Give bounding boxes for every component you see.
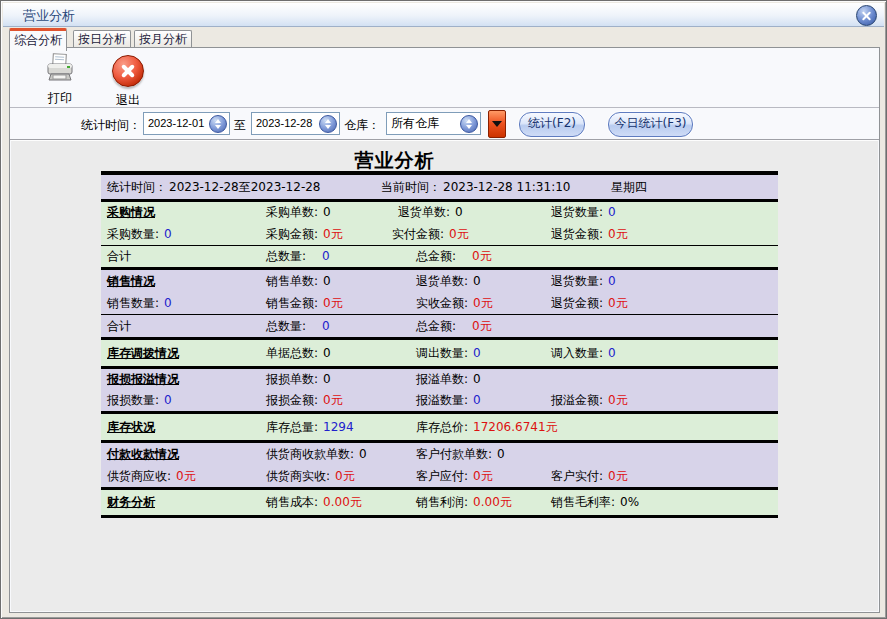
report-cell: 销售金额:0元 (266, 292, 343, 314)
report-row: 采购情况 采购单数:0 退货单数:0 退货数量:0 采购数量:0 采购金额:0元 实付金额:… (101, 202, 778, 246)
section-title: 库存调拨情况 (107, 340, 179, 366)
report-row: 付款收款情况 供货商收款单数:0 客户付款单数:0 供货商应收:0元 供货商实收:0元 客… (101, 443, 778, 490)
date-from-input[interactable]: 2023-12-01 (143, 112, 230, 135)
report-cell: 退货单数:0 (398, 202, 463, 224)
report-area: 营业分析 统计时间：2023-12-28至2023-12-28当前时间：2023… (11, 140, 878, 611)
tab-panel: 打印 退出 统计时间： 2023-12-01 至 2023-12-28 仓库： … (9, 47, 880, 613)
warehouse-value: 所有仓库 (391, 116, 439, 130)
tabstrip: 综合分析 按日分析 按月分析 (3, 28, 884, 48)
section-title: 报损报溢情况 (107, 369, 179, 390)
report-cell: 销售成本:0.00元 (266, 490, 362, 515)
section-title: 付款收款情况 (107, 443, 179, 465)
report-cell: 报损数量:0 (107, 390, 172, 411)
close-icon (857, 6, 876, 25)
report-cell: 库存总量:1294 (266, 414, 354, 440)
report-cell: 库存总价:17206.6741元 (416, 414, 558, 440)
report-cell: 总数量:0 (266, 246, 330, 267)
section-title: 库存状况 (107, 414, 155, 440)
report-row: 库存状况 库存总量:1294 库存总价:17206.6741元 (101, 414, 778, 443)
report-cell: 客户实付:0元 (551, 465, 628, 487)
warehouse-dropdown-button[interactable] (488, 110, 506, 138)
report-row: 财务分析 销售成本:0.00元 销售利润:0.00元 销售毛利率:0% (101, 490, 778, 518)
toolbar: 打印 退出 (10, 48, 879, 108)
filter-bar: 统计时间： 2023-12-01 至 2023-12-28 仓库： 所有仓库 统… (10, 108, 879, 140)
report-cell: 销售利润:0.00元 (416, 490, 512, 515)
report-cell: 总数量:0 (266, 315, 330, 337)
report-cell: 报损金额:0元 (266, 390, 343, 411)
warehouse-label: 仓库： (344, 117, 380, 134)
report-cell: 实付金额:0元 (392, 224, 469, 246)
report-cell: 销售数量:0 (107, 292, 172, 314)
warehouse-select[interactable]: 所有仓库 (386, 112, 481, 135)
exit-icon (112, 55, 144, 87)
report-cell: 销售毛利率:0% (551, 490, 639, 515)
report-row: 库存调拨情况 单据总数:0 调出数量:0 调入数量:0 (101, 340, 778, 369)
report-cell: 采购单数:0 (266, 202, 331, 224)
report-cell: 销售单数:0 (266, 270, 331, 292)
report-row: 合计 总数量:0 总金额:0元 (101, 246, 778, 270)
tab-monthly-analysis[interactable]: 按月分析 (134, 30, 192, 48)
tab-comprehensive-analysis[interactable]: 综合分析 (9, 28, 67, 51)
section-title: 销售情况 (107, 270, 155, 292)
report-row: 统计时间：2023-12-28至2023-12-28 当前时间：2023-12-2… (101, 175, 778, 202)
time-range-label: 统计时间： (81, 117, 141, 134)
report-cell: 报损单数:0 (266, 369, 331, 390)
tab-daily-analysis[interactable]: 按日分析 (73, 30, 131, 48)
report-cell: 单据总数:0 (266, 340, 331, 366)
exit-button[interactable]: 退出 (106, 53, 150, 109)
today-stat-button[interactable]: 今日统计(F3) (608, 112, 693, 137)
stat-button[interactable]: 统计(F2) (519, 112, 585, 137)
date-to-value: 2023-12-28 (256, 117, 312, 129)
date-from-value: 2023-12-01 (148, 117, 204, 129)
report-cell: 退货金额:0元 (551, 292, 628, 314)
report-cell: 退货数量:0 (551, 270, 616, 292)
report-cell: 统计时间：2023-12-28至2023-12-28 (107, 175, 320, 199)
titlebar: 营业分析 (3, 3, 884, 27)
report-cell: 采购金额:0元 (266, 224, 343, 246)
report-cell: 客户付款单数:0 (416, 443, 505, 465)
report-cell: 报溢单数:0 (416, 369, 481, 390)
date-from-spinner-icon[interactable] (209, 115, 227, 133)
report-row: 报损报溢情况 报损单数:0 报溢单数:0 报损数量:0 报损金额:0元 报溢数量:0 报溢金… (101, 369, 778, 414)
report-cell: 采购数量:0 (107, 224, 172, 246)
report-cell: 调入数量:0 (551, 340, 616, 366)
close-button[interactable] (856, 5, 877, 26)
report-row: 销售情况 销售单数:0 退货单数:0 退货数量:0 销售数量:0 销售金额:0元 实收金额:… (101, 270, 778, 315)
report-cell: 实收金额:0元 (416, 292, 493, 314)
date-to-spinner-icon[interactable] (319, 115, 337, 133)
section-title: 财务分析 (107, 490, 155, 515)
report-cell: 客户应付:0元 (416, 465, 493, 487)
report-table: 统计时间：2023-12-28至2023-12-28 当前时间：2023-12-2… (101, 171, 778, 518)
to-label: 至 (234, 117, 246, 134)
print-button[interactable]: 打印 (38, 53, 82, 107)
report-cell: 总金额:0元 (416, 246, 492, 267)
report-cell: 调出数量:0 (416, 340, 481, 366)
report-cell: 退货数量:0 (551, 202, 616, 224)
report-cell: 当前时间：2023-12-28 11:31:10 (381, 175, 570, 199)
report-cell: 供货商实收:0元 (266, 465, 355, 487)
report-cell: 报溢金额:0元 (551, 390, 628, 411)
print-label: 打印 (38, 90, 82, 107)
report-cell: 退货金额:0元 (551, 224, 628, 246)
report-row: 合计 总数量:0 总金额:0元 (101, 315, 778, 340)
window-title: 营业分析 (23, 7, 75, 25)
printer-icon (45, 53, 75, 85)
date-to-input[interactable]: 2023-12-28 (251, 112, 340, 135)
report-cell: 合计 (107, 246, 131, 267)
exit-label: 退出 (106, 92, 150, 109)
section-title: 采购情况 (107, 202, 155, 224)
report-cell: 总金额:0元 (416, 315, 492, 337)
warehouse-spinner-icon[interactable] (460, 115, 478, 133)
report-cell: 合计 (107, 315, 131, 337)
report-cell: 报溢数量:0 (416, 390, 481, 411)
report-cell: 星期四 (611, 175, 647, 199)
report-cell: 退货单数:0 (416, 270, 481, 292)
window: 营业分析 综合分析 按日分析 按月分析 (0, 0, 887, 619)
report-cell: 供货商收款单数:0 (266, 443, 367, 465)
report-cell: 供货商应收:0元 (107, 465, 196, 487)
